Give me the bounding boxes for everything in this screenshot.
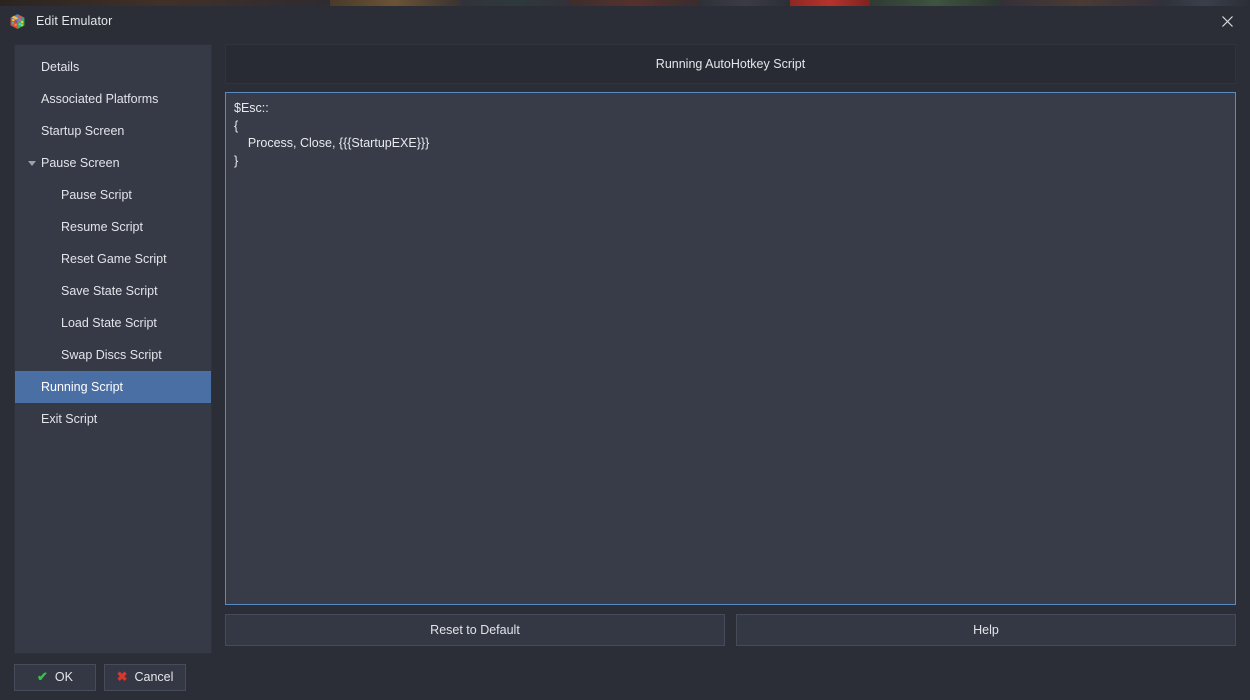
title-bar: Edit Emulator — [0, 6, 1250, 36]
sidebar-item-label: Swap Discs Script — [61, 348, 162, 362]
sidebar-item-label: Pause Screen — [41, 156, 120, 170]
sidebar-item-startup-screen[interactable]: Startup Screen — [15, 115, 211, 147]
sidebar-item-exit-script[interactable]: Exit Script — [15, 403, 211, 435]
sidebar-item-details[interactable]: Details — [15, 51, 211, 83]
sidebar-item-associated-platforms[interactable]: Associated Platforms — [15, 83, 211, 115]
checkmark-icon: ✔ — [37, 669, 48, 684]
sidebar-item-save-state-script[interactable]: Save State Script — [15, 275, 211, 307]
sidebar-item-label: Reset Game Script — [61, 252, 167, 266]
help-button[interactable]: Help — [736, 614, 1236, 646]
cross-icon: ✖ — [116, 669, 128, 684]
sidebar-item-load-state-script[interactable]: Load State Script — [15, 307, 211, 339]
script-text-area[interactable] — [225, 92, 1236, 605]
close-x-glyph — [1221, 15, 1233, 27]
reset-to-default-button[interactable]: Reset to Default — [225, 614, 725, 646]
sidebar-item-label: Save State Script — [61, 284, 158, 298]
close-icon[interactable] — [1204, 6, 1250, 36]
edit-emulator-dialog: Edit Emulator Details Associated Platform… — [0, 6, 1250, 700]
sidebar-item-label: Exit Script — [41, 412, 98, 426]
script-editor-wrapper — [225, 92, 1236, 605]
panel-title: Running AutoHotkey Script — [225, 44, 1236, 84]
sidebar-item-label: Load State Script — [61, 316, 157, 330]
ok-button-label: OK — [54, 670, 73, 684]
sidebar-item-label: Startup Screen — [41, 124, 125, 138]
cancel-button-label: Cancel — [134, 670, 174, 684]
cancel-button[interactable]: ✖ Cancel — [104, 663, 186, 691]
sidebar-item-label: Running Script — [41, 380, 123, 394]
content-panel: Running AutoHotkey Script Reset to Defau… — [225, 44, 1236, 654]
dialog-footer: ✔ OK ✖ Cancel — [0, 654, 1250, 700]
sidebar-item-pause-script[interactable]: Pause Script — [15, 179, 211, 211]
editor-action-row: Reset to Default Help — [225, 614, 1236, 646]
sidebar-item-pause-screen[interactable]: Pause Screen — [15, 147, 211, 179]
chevron-down-icon[interactable] — [28, 161, 36, 166]
launchbox-cube-icon — [10, 13, 25, 29]
sidebar-item-label: Details — [41, 60, 80, 74]
dialog-body: Details Associated Platforms Startup Scree… — [0, 36, 1250, 654]
sidebar-item-reset-game-script[interactable]: Reset Game Script — [15, 243, 211, 275]
sidebar-item-resume-script[interactable]: Resume Script — [15, 211, 211, 243]
sidebar-item-label: Associated Platforms — [41, 92, 159, 106]
window-title: Edit Emulator — [36, 14, 113, 28]
sidebar-item-label: Resume Script — [61, 220, 143, 234]
sidebar-item-swap-discs-script[interactable]: Swap Discs Script — [15, 339, 211, 371]
settings-nav-tree: Details Associated Platforms Startup Scree… — [14, 44, 212, 654]
sidebar-item-label: Pause Script — [61, 188, 132, 202]
ok-button[interactable]: ✔ OK — [14, 663, 96, 691]
sidebar-item-running-script[interactable]: Running Script — [15, 371, 211, 403]
